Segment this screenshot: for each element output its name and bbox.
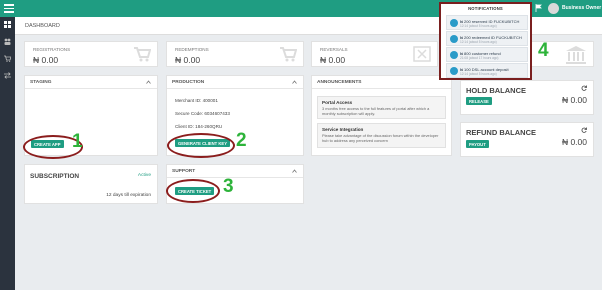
- stat-value: ₦ 0.00: [175, 55, 201, 65]
- panel-title: PRODUCTION: [172, 80, 205, 85]
- panel-title: SUBSCRIPTION: [30, 173, 80, 180]
- release-button[interactable]: RELEASE: [466, 97, 492, 105]
- refresh-icon[interactable]: [581, 127, 587, 133]
- bank-icon: [566, 46, 586, 64]
- flag-icon[interactable]: [535, 4, 542, 12]
- panel-header: STAGING: [25, 76, 157, 89]
- cancel-icon: [413, 46, 431, 62]
- hold-balance-panel: HOLD BALANCE RELEASE ₦ 0.00: [460, 80, 594, 115]
- panel-title: STAGING: [30, 80, 52, 85]
- stat-label: REDEMPTIONS: [175, 47, 209, 52]
- annotation-ring: [167, 133, 235, 158]
- chevron-up-icon[interactable]: [292, 80, 297, 84]
- notification-item[interactable]: ₦ 100 DSL account deposit 12:14 (about 5…: [446, 63, 528, 78]
- expiry-text: 12 days till expiration: [106, 193, 151, 198]
- announcement-text: Please take advantage of the discussion …: [322, 133, 439, 143]
- balance-value: ₦ 0.00: [561, 95, 587, 105]
- owner-name[interactable]: Business Owner: [562, 5, 601, 11]
- refund-balance-panel: REFUND BALANCE PAYOUT ₦ 0.00: [460, 122, 594, 157]
- status-badge: Active: [137, 173, 151, 178]
- notification-time: 12:14 (about 5 hours ago): [460, 40, 497, 44]
- notification-time: 12:14 (about 5 hours ago): [460, 72, 497, 76]
- notification-text: ₦ 200 redeemed ID FUCKUBITCH: [460, 34, 522, 40]
- annotation-ring: [166, 179, 220, 203]
- notification-item[interactable]: ₦ 200 reserved ID FUCKUBITCH 12:14 (abou…: [446, 15, 528, 30]
- stat-value: ₦ 0.00: [33, 55, 59, 65]
- payout-button[interactable]: PAYOUT: [466, 140, 489, 148]
- panel-header: PRODUCTION: [167, 76, 303, 89]
- notification-item[interactable]: ₦ 200 redeemed ID FUCKUBITCH 12:14 (abou…: [446, 31, 528, 46]
- refresh-icon[interactable]: [581, 85, 587, 91]
- subscription-panel: SUBSCRIPTION Active 12 days till expirat…: [24, 164, 158, 204]
- chevron-up-icon[interactable]: [292, 169, 297, 173]
- cart-icon[interactable]: [4, 55, 11, 62]
- stat-label: REGISTRATIONS: [33, 47, 71, 52]
- cart-icon: [280, 47, 297, 62]
- notification-text: ₦ 100 DSL account deposit: [460, 66, 509, 72]
- client-id: Client ID: 184-260QRU: [175, 124, 223, 129]
- panel-title: HOLD BALANCE: [466, 86, 526, 95]
- announcement-title: Portal Access: [322, 100, 353, 105]
- notification-text: ₦ 200 reserved ID FUCKUBITCH: [460, 18, 520, 24]
- annotation-number: 3: [223, 176, 234, 197]
- merchant-id: Merchant ID: 400001: [175, 98, 218, 103]
- notification-time: 12:14 (about 5 hours ago): [460, 24, 497, 28]
- stat-card-registrations: REGISTRATIONS ₦ 0.00: [24, 41, 158, 67]
- annotation-number: 2: [236, 130, 247, 151]
- notification-icon: [450, 51, 458, 59]
- secure-code: Secure Code: 6034607433: [175, 111, 230, 116]
- page-title: DASHBOARD: [25, 23, 60, 29]
- notification-text: ₦ 800 customer refund: [460, 50, 501, 56]
- notification-icon: [450, 67, 458, 75]
- cart-icon: [134, 47, 151, 62]
- chevron-up-icon[interactable]: [146, 80, 151, 84]
- annotation-number: 1: [72, 131, 83, 152]
- panel-title: REFUND BALANCE: [466, 128, 536, 137]
- annotation-number: 4: [538, 40, 549, 61]
- panel-header: SUPPORT: [167, 165, 303, 178]
- notification-time: 21:08 (about 17 hours ago): [460, 56, 499, 60]
- notifications-dropdown: NOTIFICATIONS ₦ 200 reserved ID FUCKUBIT…: [439, 2, 532, 80]
- announcement-title: Service Integration: [322, 127, 364, 132]
- notifications-title: NOTIFICATIONS: [468, 6, 503, 11]
- notification-item[interactable]: ₦ 800 customer refund 21:08 (about 17 ho…: [446, 47, 528, 62]
- sidebar: [0, 17, 15, 290]
- announcement-text: 3 months free access to the full feature…: [322, 106, 430, 116]
- notification-icon: [450, 35, 458, 43]
- panel-title: SUPPORT: [172, 169, 196, 174]
- announcements-panel: ANNOUNCEMENTS Portal Access 3 months fre…: [311, 75, 452, 156]
- dashboard-icon[interactable]: [4, 21, 11, 28]
- menu-icon[interactable]: [4, 4, 14, 13]
- announcement-item: Portal Access 3 months free access to th…: [317, 96, 446, 119]
- balance-value: ₦ 0.00: [561, 137, 587, 147]
- stat-card-reversals: REVERSALS ₦ 0.00: [311, 41, 438, 67]
- exchange-icon[interactable]: [4, 72, 11, 79]
- announcement-item: Service Integration Please take advantag…: [317, 123, 446, 148]
- notification-icon: [450, 19, 458, 27]
- panel-header: ANNOUNCEMENTS: [312, 76, 451, 89]
- panel-title: ANNOUNCEMENTS: [317, 80, 362, 85]
- stat-label: REVERSALS: [320, 47, 348, 52]
- users-icon[interactable]: [4, 38, 11, 45]
- stat-card-redemptions: REDEMPTIONS ₦ 0.00: [166, 41, 304, 67]
- avatar[interactable]: [548, 3, 559, 14]
- stat-value: ₦ 0.00: [320, 55, 346, 65]
